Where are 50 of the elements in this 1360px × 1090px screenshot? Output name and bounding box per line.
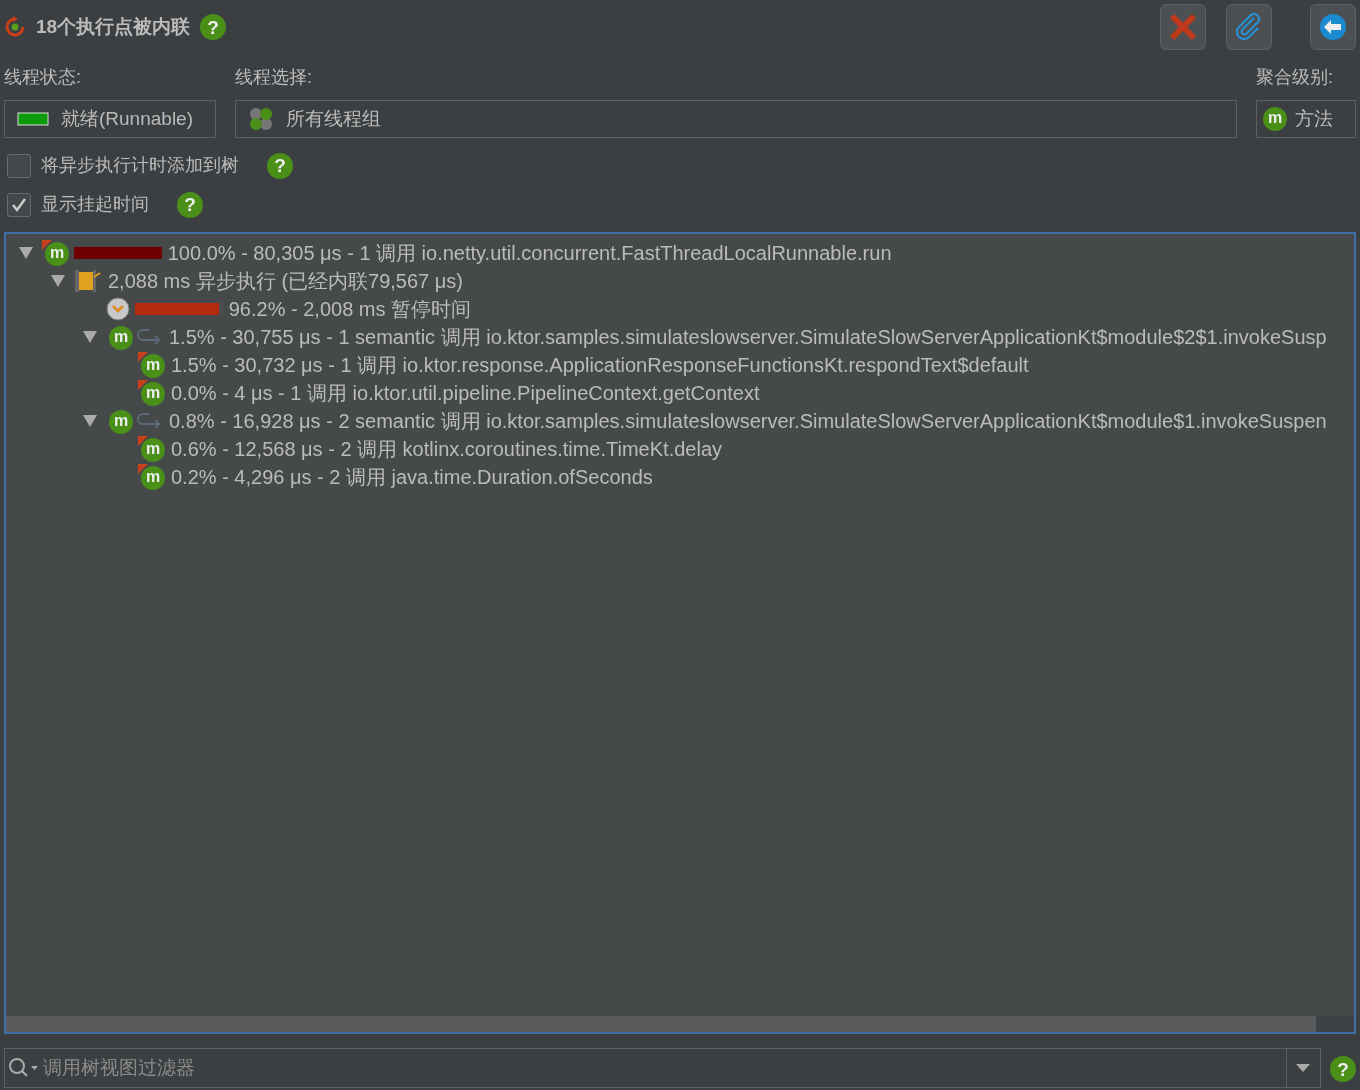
thread-state-dropdown[interactable]: 就绪(Runnable): [4, 100, 216, 138]
tree-node-label[interactable]: 0.8% - 16,928 μs - 2 semantic 调用 io.ktor.samples.simulateslowserver.SimulateSlowServerApplicationKt$module$1.invokeSuspen: [169, 406, 1327, 436]
filter-box[interactable]: 调用树视图过滤器: [4, 1048, 1321, 1088]
field-label: 线程选择:: [235, 65, 313, 89]
checkbox[interactable]: [7, 153, 31, 178]
tree-node-label[interactable]: 96.2% - 2,008 ms 暂停时间: [228, 294, 472, 324]
field-label: 线程状态:: [4, 65, 82, 89]
return-arrow-icon: [137, 411, 163, 431]
return-arrow-icon: [137, 327, 163, 347]
field-label: 聚合级别:: [1256, 65, 1334, 89]
help-icon[interactable]: ?: [267, 152, 293, 179]
caret-icon: [1296, 1063, 1310, 1073]
paperclip-button[interactable]: [1225, 4, 1272, 50]
help-icon[interactable]: ?: [177, 191, 203, 218]
refresh-icon: [4, 16, 26, 38]
tree-node-label[interactable]: 0.0% - 4 μs - 1 调用 io.ktor.util.pipeline.PipelineContext.getContext: [171, 378, 760, 408]
expand-arrow-icon[interactable]: [82, 414, 98, 428]
method-icon: m: [109, 410, 133, 434]
method-icon: m: [45, 242, 69, 266]
header-title: 18个执行点被内联: [36, 14, 191, 39]
spool-icon: [74, 269, 102, 293]
checkbox-label: 显示挂起时间: [40, 193, 149, 216]
tree-node-label[interactable]: 100.0% - 80,305 μs - 1 调用 io.netty.util.concurrent.FastThreadLocalRunnable.run: [167, 238, 892, 268]
tree-node-label[interactable]: 2,088 ms 异步执行 (已经内联79,567 μs): [108, 266, 463, 296]
expand-arrow-icon[interactable]: [18, 246, 34, 260]
method-icon: m: [141, 354, 165, 378]
help-icon[interactable]: ?: [1330, 1056, 1356, 1082]
close-icon: [1168, 12, 1198, 42]
method-icon: m: [141, 438, 165, 462]
tree-node-label[interactable]: 1.5% - 30,732 μs - 1 调用 io.ktor.response.ApplicationResponseFunctionsKt.respondText$default: [171, 350, 1029, 380]
thread-group-icon: [248, 106, 274, 132]
method-icon: m: [141, 382, 165, 406]
state-color-icon: [17, 112, 49, 126]
tree-node-label[interactable]: 1.5% - 30,755 μs - 1 semantic 调用 io.ktor.samples.simulateslowserver.SimulateSlowServerApplicationKt$module$2$1.invokeSusp: [169, 322, 1327, 352]
clock-icon: [106, 297, 130, 321]
horizontal-scrollbar[interactable]: [6, 1016, 1354, 1032]
expand-arrow-icon[interactable]: [82, 330, 98, 344]
checkbox[interactable]: [7, 192, 31, 217]
back-button[interactable]: [1310, 4, 1356, 50]
method-icon: m: [1263, 107, 1287, 131]
expand-arrow-icon[interactable]: [50, 274, 66, 288]
help-icon[interactable]: ?: [200, 14, 227, 40]
filter-field[interactable]: 调用树视图过滤器: [41, 1052, 1286, 1084]
method-icon: m: [109, 326, 133, 350]
thread-selection-dropdown[interactable]: 所有线程组: [235, 100, 1237, 138]
tree-node-label[interactable]: 0.2% - 4,296 μs - 2 调用 java.time.Duration.ofSeconds: [171, 462, 653, 492]
method-icon: m: [141, 466, 165, 490]
checkbox-label: 将异步执行计时添加到树: [40, 154, 239, 177]
tree-node-label[interactable]: 0.6% - 12,568 μs - 2 调用 kotlinx.coroutines.time.TimeKt.delay: [171, 434, 722, 464]
aggregation-dropdown[interactable]: m 方法: [1256, 100, 1356, 138]
